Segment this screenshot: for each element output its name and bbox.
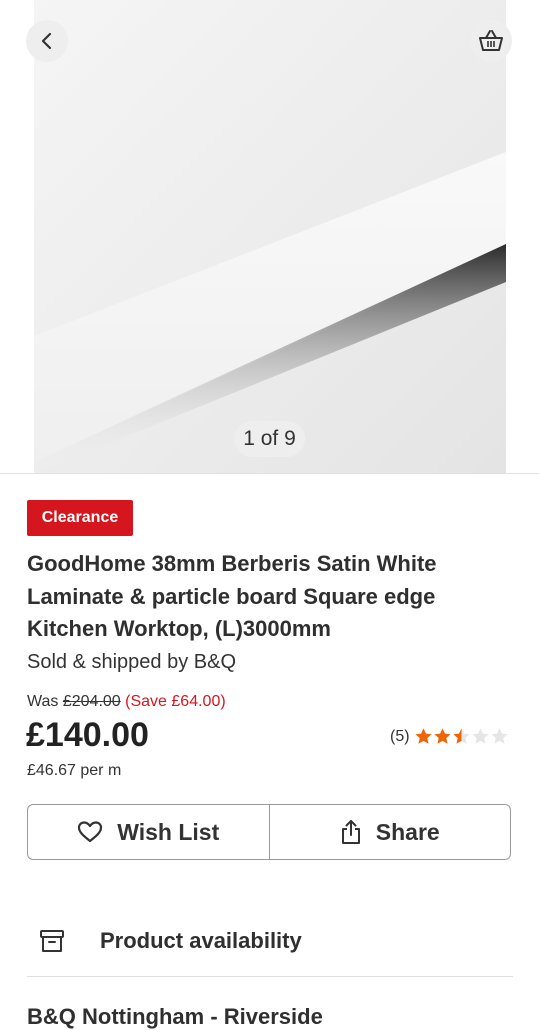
rating-summary[interactable]: (5) xyxy=(390,727,509,746)
share-label: Share xyxy=(375,818,440,845)
heart-icon xyxy=(78,821,103,843)
basket-icon xyxy=(479,30,503,51)
product-availability-row[interactable]: Product availability xyxy=(27,916,511,966)
unit-price: £46.67 per m xyxy=(27,762,122,779)
action-buttons: Wish List Share xyxy=(27,804,511,860)
product-image-gallery[interactable]: 1 of 9 xyxy=(0,0,539,474)
wishlist-button[interactable]: Wish List xyxy=(28,805,269,859)
share-icon xyxy=(341,820,360,844)
divider xyxy=(27,976,513,977)
product-title: GoodHome 38mm Berberis Satin White Lamin… xyxy=(27,551,437,641)
chevron-left-icon xyxy=(41,32,52,50)
was-price-line: Was £204.00 (Save £64.00) xyxy=(27,693,226,711)
was-label: Was xyxy=(27,693,59,710)
basket-button[interactable] xyxy=(470,20,512,62)
star-icon xyxy=(414,728,432,744)
star-rating xyxy=(414,727,509,746)
availability-label: Product availability xyxy=(100,928,302,953)
star-icon xyxy=(433,728,451,744)
worktop-image xyxy=(34,0,506,474)
star-icon xyxy=(471,728,489,744)
store-name[interactable]: B&Q Nottingham - Riverside xyxy=(27,1004,323,1030)
save-amount: (Save £64.00) xyxy=(125,693,226,710)
divider xyxy=(0,473,539,474)
review-count: (5) xyxy=(390,727,410,745)
star-icon xyxy=(452,728,470,744)
image-counter: 1 of 9 xyxy=(234,421,305,457)
back-button[interactable] xyxy=(26,20,68,62)
clearance-badge: Clearance xyxy=(27,500,133,536)
current-price: £140.00 xyxy=(26,716,149,754)
star-icon xyxy=(490,728,508,744)
archive-box-icon xyxy=(40,930,64,952)
share-button[interactable]: Share xyxy=(268,805,511,859)
was-price: £204.00 xyxy=(62,693,121,710)
seller-info: Sold & shipped by B&Q xyxy=(27,651,237,673)
wishlist-label: Wish List xyxy=(117,818,220,845)
